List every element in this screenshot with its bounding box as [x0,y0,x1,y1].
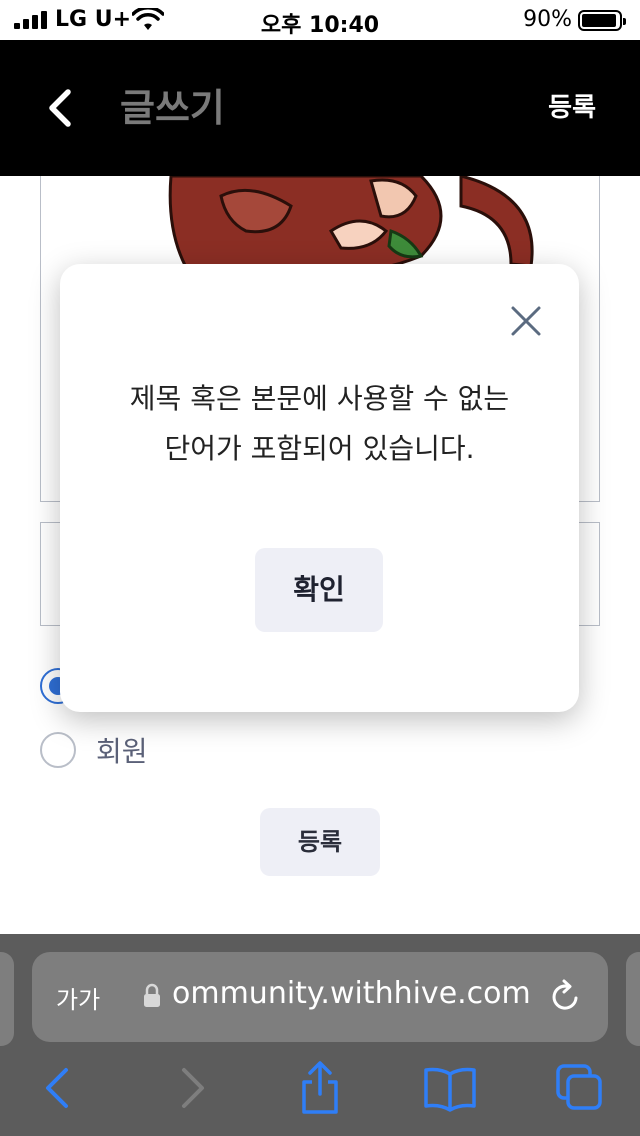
back-arrow-icon[interactable] [28,1058,88,1118]
share-icon[interactable] [290,1058,350,1118]
next-tab-peek[interactable] [626,952,640,1046]
confirm-button[interactable]: 확인 [255,548,383,632]
page-title: 글쓰기 [120,86,225,130]
bookmarks-icon[interactable] [420,1058,480,1118]
alert-dialog: 제목 혹은 본문에 사용할 수 없는 단어가 포함되어 있습니다. 확인 [60,264,579,712]
visibility-radio-members[interactable] [40,732,76,768]
url-text: ommunity.withhive.com [172,976,531,1011]
battery-icon [578,10,626,31]
dialog-message: 제목 혹은 본문에 사용할 수 없는 단어가 포함되어 있습니다. [90,374,549,474]
lock-icon [144,983,160,1007]
dialog-message-line-1: 제목 혹은 본문에 사용할 수 없는 [129,382,510,415]
chevron-left-icon[interactable] [38,84,86,132]
browser-toolbar: 가가 ommunity.withhive.com [0,934,640,1136]
register-button[interactable]: 등록 [260,808,380,876]
tabs-icon[interactable] [550,1058,610,1118]
register-header-button[interactable]: 등록 [548,90,596,126]
reload-icon[interactable] [546,978,584,1016]
page-settings-button[interactable]: 가가 [56,980,100,1015]
previous-tab-peek[interactable] [0,952,14,1046]
radio-label-members: 회원 [96,735,148,768]
status-bar: LG U+ 오후 10:40 90% [0,0,640,40]
battery-percentage: 90% [523,7,572,32]
forward-arrow-icon[interactable] [162,1058,222,1118]
dialog-message-line-2: 단어가 포함되어 있습니다. [164,432,475,465]
app-header: 글쓰기 등록 [0,40,640,176]
close-icon[interactable] [509,304,543,338]
address-bar[interactable]: 가가 ommunity.withhive.com [32,952,608,1042]
